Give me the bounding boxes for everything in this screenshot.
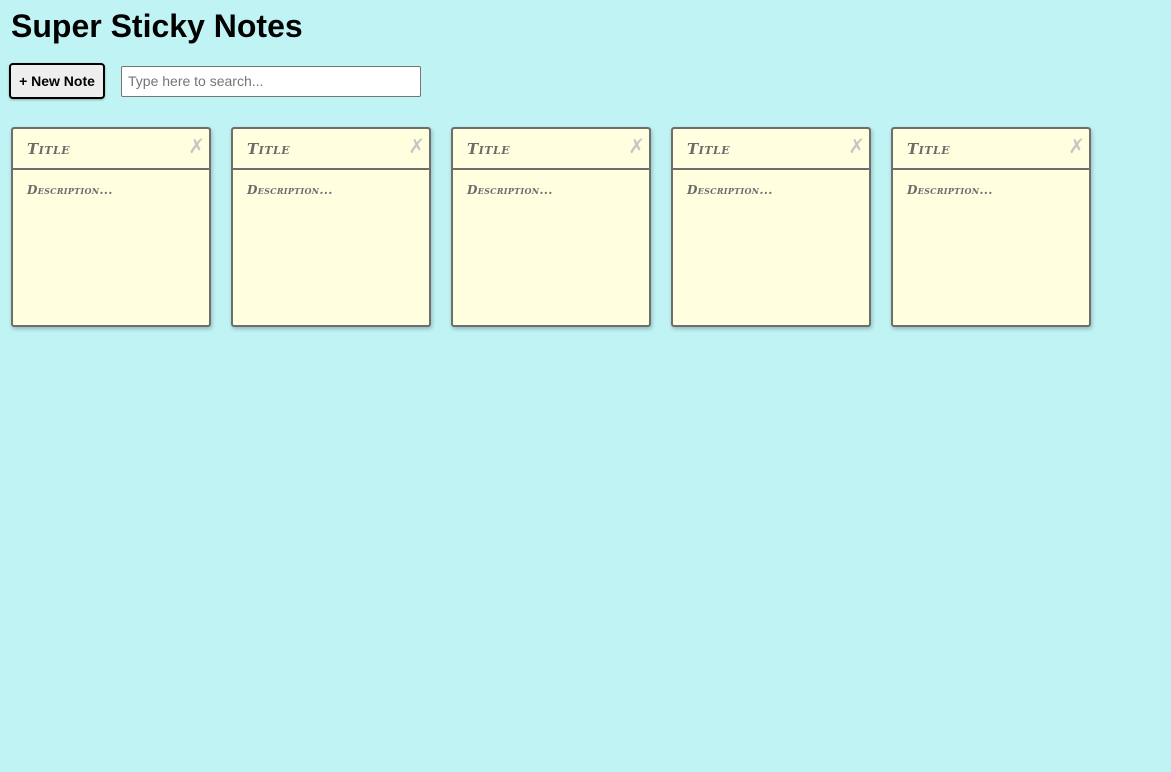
note-header: Title ✗ (233, 129, 429, 170)
note-card: Title ✗ Description... (671, 127, 871, 327)
close-icon[interactable]: ✗ (1068, 134, 1085, 158)
note-description[interactable]: Description... (467, 183, 553, 197)
note-card: Title ✗ Description... (231, 127, 431, 327)
close-icon[interactable]: ✗ (188, 134, 205, 158)
notes-list: Title ✗ Description... Title ✗ Descripti… (11, 127, 1111, 327)
note-description[interactable]: Description... (247, 183, 333, 197)
close-icon[interactable]: ✗ (628, 134, 645, 158)
toolbar: + New Note (9, 63, 421, 99)
search-input[interactable] (121, 65, 421, 97)
note-title[interactable]: Title (687, 140, 730, 158)
app-title: Super Sticky Notes (11, 8, 303, 44)
note-description[interactable]: Description... (907, 183, 993, 197)
close-icon[interactable]: ✗ (408, 134, 425, 158)
note-card: Title ✗ Description... (891, 127, 1091, 327)
note-header: Title ✗ (13, 129, 209, 170)
note-title[interactable]: Title (467, 140, 510, 158)
note-card: Title ✗ Description... (451, 127, 651, 327)
note-title[interactable]: Title (907, 140, 950, 158)
note-title[interactable]: Title (247, 140, 290, 158)
note-description[interactable]: Description... (27, 183, 113, 197)
note-title[interactable]: Title (27, 140, 70, 158)
note-header: Title ✗ (673, 129, 869, 170)
new-note-button[interactable]: + New Note (9, 63, 105, 99)
note-description[interactable]: Description... (687, 183, 773, 197)
note-header: Title ✗ (893, 129, 1089, 170)
note-card: Title ✗ Description... (11, 127, 211, 327)
note-header: Title ✗ (453, 129, 649, 170)
close-icon[interactable]: ✗ (848, 134, 865, 158)
